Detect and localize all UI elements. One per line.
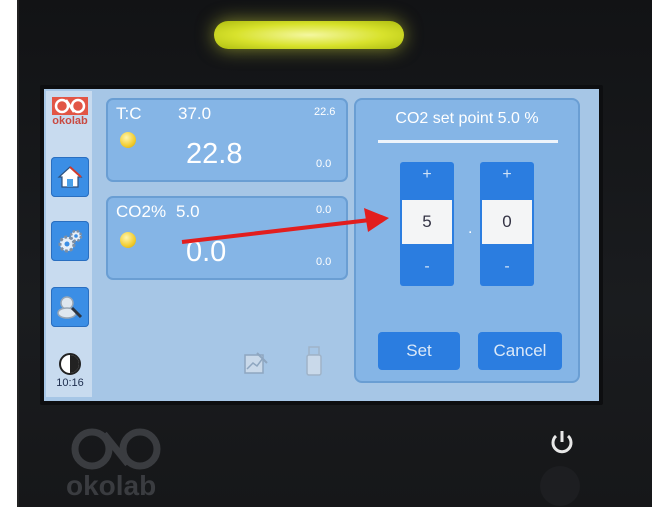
status-light-bar (214, 21, 404, 49)
power-icon[interactable] (547, 427, 577, 457)
annotation-arrow (181, 208, 389, 244)
bottom-logo-icon (71, 428, 161, 470)
touchscreen: okolab 10:16 T:C 37.0 22.6 22.8 0.0 CO2%… (40, 85, 603, 405)
power-knob[interactable] (540, 466, 580, 506)
bottom-brand-text: okolab (66, 470, 157, 501)
